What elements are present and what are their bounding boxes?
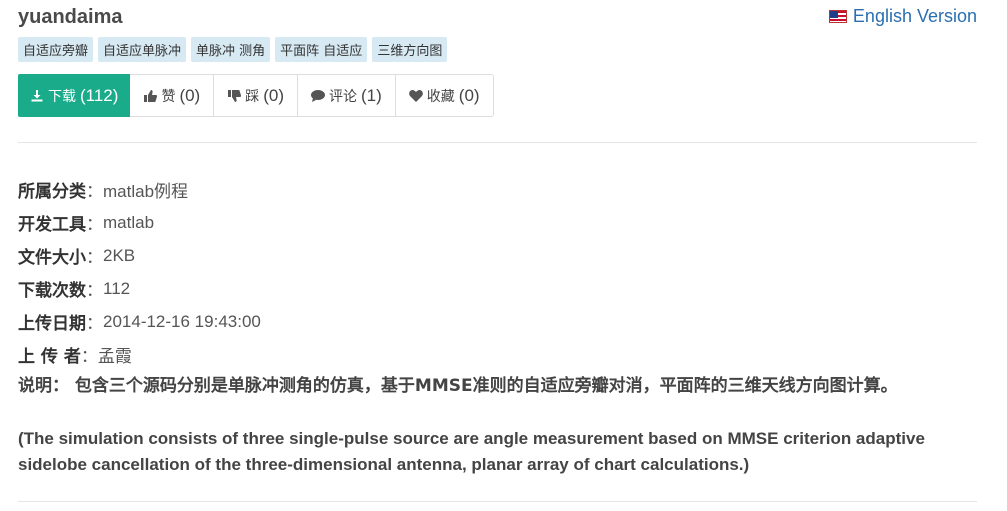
tag-list: 自适应旁瓣 自适应单脉冲 单脉冲 测角 平面阵 自适应 三维方向图 (18, 37, 448, 62)
info-row-downloads: 下载次数： 112 (18, 272, 261, 305)
info-row-tool: 开发工具： matlab (18, 206, 261, 239)
info-value: 2KB (103, 245, 136, 265)
thumbs-up-icon (143, 89, 157, 103)
download-label: 下载 (48, 87, 76, 104)
dislike-button[interactable]: 踩 (0) (214, 75, 298, 116)
comment-count: (1) (361, 85, 382, 105)
tag-item[interactable]: 平面阵 自适应 (275, 37, 368, 62)
info-row-date: 上传日期： 2014-12-16 19:43:00 (18, 305, 261, 338)
action-button-group: 下载 (112) 赞 (0) 踩 (0) 评论 (1) 收藏 (0) (18, 74, 494, 117)
us-flag-icon (828, 10, 847, 23)
info-label: 文件大小 (18, 248, 86, 268)
favorite-label: 收藏 (426, 87, 455, 104)
info-label: 上传日期 (18, 314, 86, 334)
info-row-uploader: 上 传 者：孟霞 (18, 338, 261, 371)
info-value: 2014-12-16 19:43:00 (103, 311, 261, 331)
info-label: 下载次数 (18, 281, 86, 301)
page-title: yuandaima (18, 6, 123, 28)
divider-top (18, 142, 977, 143)
divider-bottom (18, 501, 977, 502)
info-value[interactable]: 孟霞 (98, 342, 132, 367)
tag-item[interactable]: 自适应旁瓣 (18, 37, 94, 62)
english-version-label[interactable]: English Version (853, 6, 977, 27)
info-value: matlab例程 (103, 182, 189, 201)
info-label: 上 传 者 (18, 347, 81, 367)
description-label: 说明： (18, 376, 69, 396)
file-info: 所属分类： matlab例程 开发工具： matlab 文件大小： 2KB 下载次数：… (18, 173, 261, 371)
info-value: 112 (103, 278, 131, 298)
tag-item[interactable]: 单脉冲 测角 (191, 37, 271, 62)
info-label: 所属分类 (18, 182, 86, 202)
description-text: 包含三个源码分别是单脉冲测角的仿真，基于MMSE准则的自适应旁瓣对消，平面阵的三… (74, 376, 898, 396)
description-english: (The simulation consists of three single… (18, 429, 925, 474)
download-icon (30, 89, 44, 103)
info-row-size: 文件大小： 2KB (18, 239, 261, 272)
info-row-category: 所属分类： matlab例程 (18, 173, 261, 206)
download-button[interactable]: 下载 (112) (18, 74, 131, 117)
comment-button[interactable]: 评论 (1) (298, 75, 396, 116)
description: 说明： 包含三个源码分别是单脉冲测角的仿真，基于MMSE准则的自适应旁瓣对消，平… (18, 375, 978, 398)
info-label: 开发工具 (18, 215, 86, 235)
favorite-button[interactable]: 收藏 (0) (396, 75, 493, 116)
dislike-count: (0) (263, 85, 284, 105)
comment-icon (311, 89, 325, 103)
comment-label: 评论 (329, 87, 357, 104)
favorite-count: (0) (458, 85, 480, 105)
thumbs-down-icon (227, 89, 241, 103)
download-count: (112) (80, 85, 119, 105)
like-label: 赞 (161, 87, 176, 104)
like-button[interactable]: 赞 (0) (130, 75, 215, 116)
like-count: (0) (179, 85, 201, 105)
tag-item[interactable]: 三维方向图 (372, 37, 448, 62)
heart-icon (408, 89, 423, 103)
english-version-link[interactable]: English Version (828, 6, 977, 27)
info-value: matlab (103, 212, 155, 232)
tag-item[interactable]: 自适应单脉冲 (98, 37, 187, 62)
dislike-label: 踩 (245, 87, 260, 104)
